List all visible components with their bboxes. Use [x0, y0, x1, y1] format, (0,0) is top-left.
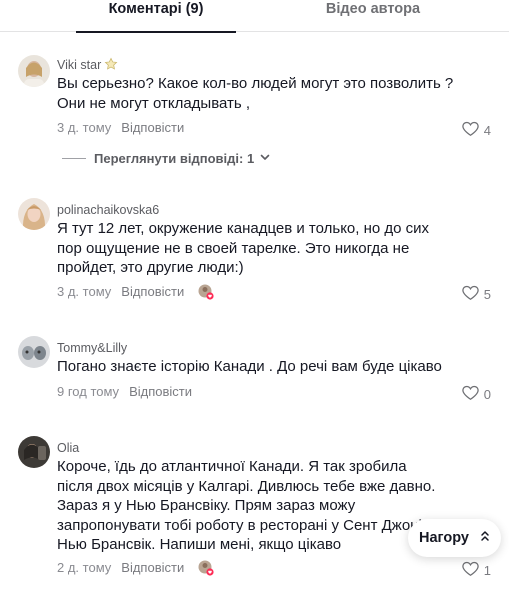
- comment-time: 9 год тому: [57, 384, 120, 399]
- avatar[interactable]: [18, 336, 50, 368]
- reply-button[interactable]: Відповісти: [129, 384, 192, 399]
- comment-meta: 2 д. тому Відповісти: [57, 560, 184, 576]
- heart-icon: [462, 285, 479, 304]
- tab-author-videos[interactable]: Відео автора: [300, 0, 446, 32]
- heart-icon: [462, 561, 479, 580]
- like-count: 4: [483, 122, 491, 138]
- like-count: 0: [483, 386, 491, 402]
- scroll-to-top-button[interactable]: Нагору: [408, 519, 501, 557]
- comment-username[interactable]: Olia: [57, 440, 79, 456]
- tab-author-videos-label: Відео автора: [325, 1, 421, 17]
- comment-text: Погано знаєте історію Канади . До речі в…: [57, 358, 442, 375]
- avatar[interactable]: [18, 198, 50, 230]
- like-button[interactable]: 4: [462, 121, 491, 140]
- comment-text: Я тут 12 лет, окружение канадцев и тольк…: [57, 220, 430, 276]
- chevron-up-icon: [480, 530, 490, 546]
- scroll-to-top-label: Нагору: [419, 530, 469, 546]
- like-count: 5: [483, 286, 491, 302]
- view-replies-button[interactable]: Переглянути відповіді: 1: [62, 151, 271, 166]
- heart-icon: [462, 385, 479, 404]
- chevron-down-icon: [259, 151, 271, 166]
- like-button[interactable]: 1: [462, 561, 491, 580]
- creator-liked-icon: [198, 284, 214, 300]
- like-button[interactable]: 0: [462, 385, 491, 404]
- comment-time: 3 д. тому: [57, 120, 112, 135]
- comment-time: 3 д. тому: [57, 284, 112, 299]
- comment-username[interactable]: polinachaikovska6: [57, 202, 159, 218]
- avatar[interactable]: [18, 55, 50, 87]
- view-replies-label: Переглянути відповіді: 1: [94, 151, 255, 166]
- creator-liked-icon: [198, 560, 214, 576]
- comment-meta: 3 д. тому Відповісти: [57, 284, 184, 300]
- comment-username[interactable]: Viki star: [57, 57, 118, 75]
- star-icon: [104, 57, 118, 75]
- comment-username[interactable]: Tommy&Lilly: [57, 340, 127, 356]
- avatar[interactable]: [18, 436, 50, 468]
- comment-text: Короче, їдь до атлантичної Канади. Я так…: [57, 458, 436, 553]
- comment-meta: 9 год тому Відповісти: [57, 384, 192, 400]
- reply-button[interactable]: Відповісти: [121, 284, 184, 299]
- reply-button[interactable]: Відповісти: [121, 560, 184, 575]
- like-button[interactable]: 5: [462, 285, 491, 304]
- divider-line: [62, 158, 86, 159]
- like-count: 1: [483, 562, 491, 578]
- heart-icon: [462, 121, 479, 140]
- comment-meta: 3 д. тому Відповісти: [57, 120, 184, 136]
- comment-text: Вы серьезно? Какое кол-во людей могут эт…: [57, 75, 454, 112]
- reply-button[interactable]: Відповісти: [121, 120, 184, 135]
- tab-comments-label: Коментарі (9): [108, 1, 204, 17]
- username-text: Viki star: [57, 58, 102, 72]
- active-tab-indicator: [76, 31, 236, 33]
- tab-comments[interactable]: Коментарі (9): [76, 0, 236, 33]
- comment-time: 2 д. тому: [57, 560, 112, 575]
- tab-bar: Коментарі (9) Відео автора: [0, 0, 509, 33]
